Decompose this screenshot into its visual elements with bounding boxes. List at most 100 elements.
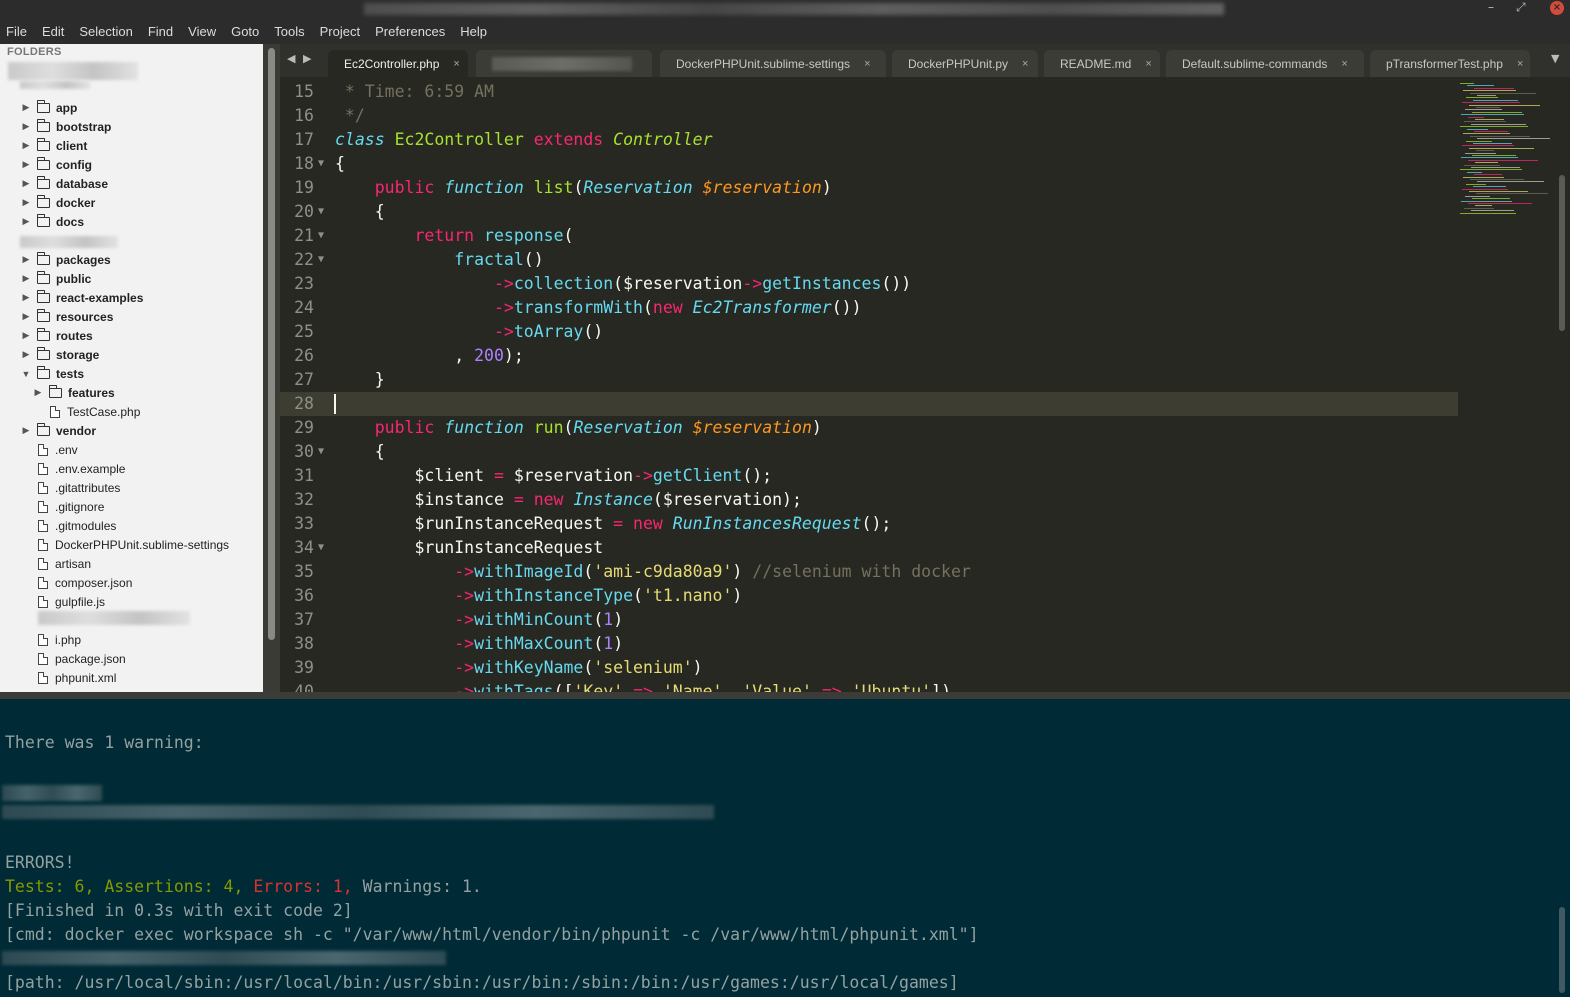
folder-item-bootstrap[interactable]: ▶ bootstrap (0, 117, 263, 136)
tab-dockerphpunit-py[interactable]: DockerPHPUnit.py × (892, 50, 1038, 77)
disclosure-closed-icon[interactable]: ▶ (20, 140, 32, 151)
code-line[interactable]: 31 $client = $reservation->getClient(); (280, 464, 1458, 488)
tab-ptransformertest-php[interactable]: pTransformerTest.php × (1370, 50, 1530, 77)
tab-prev-icon[interactable]: ◀ (287, 52, 295, 65)
disclosure-closed-icon[interactable]: ▶ (20, 197, 32, 208)
disclosure-closed-icon[interactable]: ▶ (32, 387, 44, 398)
menu-help[interactable]: Help (460, 24, 487, 39)
output-scroll-thumb[interactable] (1559, 907, 1565, 993)
file-item--gitattributes[interactable]: .gitattributes (0, 478, 263, 497)
code-line[interactable]: 36 ->withInstanceType('t1.nano') (280, 584, 1458, 608)
menu-file[interactable]: File (6, 24, 27, 39)
file-item-dockerphpunit-sublime-settings[interactable]: DockerPHPUnit.sublime-settings (0, 535, 263, 554)
editor-scroll-thumb[interactable] (1559, 175, 1565, 331)
disclosure-closed-icon[interactable]: ▶ (20, 292, 32, 303)
fold-icon[interactable]: ▼ (318, 152, 324, 176)
disclosure-open-icon[interactable]: ▼ (20, 369, 32, 379)
tab-default-sublime-commands[interactable]: Default.sublime-commands × (1166, 50, 1364, 77)
code-line[interactable]: 35 ->withImageId('ami-c9da80a9') //selen… (280, 560, 1458, 584)
tab-close-icon[interactable]: × (1341, 58, 1347, 70)
code-line[interactable]: 25 ->toArray() (280, 320, 1458, 344)
build-output-panel[interactable]: There was 1 warning: ERRORS! Tests: 6, A… (0, 699, 1570, 997)
fold-icon[interactable]: ▼ (318, 440, 324, 464)
folder-item-routes[interactable]: ▶ routes (0, 326, 263, 345)
file-item-phpunit-xml[interactable]: phpunit.xml (0, 668, 263, 687)
code-line[interactable]: 20 ▼ { (280, 200, 1458, 224)
panel-divider[interactable] (0, 692, 1570, 699)
code-line[interactable]: 28 (280, 392, 1458, 416)
disclosure-closed-icon[interactable]: ▶ (20, 311, 32, 322)
fold-icon[interactable]: ▼ (318, 200, 324, 224)
code-line[interactable]: 30 ▼ { (280, 440, 1458, 464)
code-line[interactable]: 18 ▼ { (280, 152, 1458, 176)
menu-project[interactable]: Project (320, 24, 360, 39)
file-item-gulpfile-js[interactable]: gulpfile.js (0, 592, 263, 611)
code-line[interactable]: 16 */ (280, 104, 1458, 128)
folder-item-docker[interactable]: ▶ docker (0, 193, 263, 212)
menu-find[interactable]: Find (148, 24, 173, 39)
code-line[interactable]: 15 * Time: 6:59 AM (280, 80, 1458, 104)
fold-icon[interactable]: ▼ (318, 224, 324, 248)
editor-scrollbar[interactable] (1556, 77, 1570, 692)
file-item-package-json[interactable]: package.json (0, 649, 263, 668)
code-line[interactable]: 17 class Ec2Controller extends Controller (280, 128, 1458, 152)
tab-redacted[interactable] (476, 50, 652, 77)
menu-selection[interactable]: Selection (79, 24, 132, 39)
file-item--env-example[interactable]: .env.example (0, 459, 263, 478)
file-item--gitignore[interactable]: .gitignore (0, 497, 263, 516)
folder-item-tests[interactable]: ▼ tests (0, 364, 263, 383)
file-item--env[interactable]: .env (0, 440, 263, 459)
tab-close-icon[interactable]: × (453, 58, 459, 70)
folder-item-packages[interactable]: ▶ packages (0, 250, 263, 269)
tab-close-icon[interactable]: × (1517, 58, 1523, 70)
menu-view[interactable]: View (188, 24, 216, 39)
minimize-icon[interactable]: – (1488, 0, 1494, 14)
sidebar-scrollbar[interactable] (263, 44, 280, 692)
disclosure-closed-icon[interactable]: ▶ (20, 216, 32, 227)
disclosure-closed-icon[interactable]: ▶ (20, 178, 32, 189)
fold-icon[interactable]: ▼ (318, 536, 324, 560)
file-item-i-php[interactable]: i.php (0, 630, 263, 649)
code-line[interactable]: 24 ->transformWith(new Ec2Transformer()) (280, 296, 1458, 320)
tab-close-icon[interactable]: × (1022, 58, 1028, 70)
menu-edit[interactable]: Edit (42, 24, 64, 39)
file-item-artisan[interactable]: artisan (0, 554, 263, 573)
output-scrollbar[interactable] (1556, 699, 1570, 997)
disclosure-closed-icon[interactable]: ▶ (20, 349, 32, 360)
code-line[interactable]: 26 , 200); (280, 344, 1458, 368)
folder-item-config[interactable]: ▶ config (0, 155, 263, 174)
close-window-icon[interactable]: × (1550, 1, 1564, 15)
disclosure-closed-icon[interactable]: ▶ (20, 273, 32, 284)
code-line[interactable]: 32 $instance = new Instance($reservation… (280, 488, 1458, 512)
code-editor[interactable]: 15 * Time: 6:59 AM 16 */17 class Ec2Contro… (280, 77, 1570, 692)
file-item-testcase-php[interactable]: TestCase.php (0, 402, 263, 421)
code-line[interactable]: 38 ->withMaxCount(1) (280, 632, 1458, 656)
disclosure-closed-icon[interactable]: ▶ (20, 254, 32, 265)
tab-next-icon[interactable]: ▶ (303, 52, 311, 65)
disclosure-closed-icon[interactable]: ▶ (20, 159, 32, 170)
tab-overflow-icon[interactable]: ▼ (1551, 52, 1559, 65)
folder-item-docs[interactable]: ▶ docs (0, 212, 263, 231)
code-line[interactable]: 37 ->withMinCount(1) (280, 608, 1458, 632)
folder-item-storage[interactable]: ▶ storage (0, 345, 263, 364)
tab-ec2controller-php[interactable]: Ec2Controller.php × (328, 50, 468, 77)
code-line[interactable]: 23 ->collection($reservation->getInstanc… (280, 272, 1458, 296)
minimap[interactable] (1456, 77, 1556, 692)
disclosure-closed-icon[interactable]: ▶ (20, 330, 32, 341)
code-line[interactable]: 22 ▼ fractal() (280, 248, 1458, 272)
code-line[interactable]: 21 ▼ return response( (280, 224, 1458, 248)
folder-item-features[interactable]: ▶ features (0, 383, 263, 402)
folder-item-react-examples[interactable]: ▶ react-examples (0, 288, 263, 307)
code-line[interactable]: 29 public function run(Reservation $rese… (280, 416, 1458, 440)
tab-dockerphpunit-sublime-settings[interactable]: DockerPHPUnit.sublime-settings × (660, 50, 886, 77)
menu-goto[interactable]: Goto (231, 24, 259, 39)
folder-item-client[interactable]: ▶ client (0, 136, 263, 155)
maximize-icon[interactable]: ⤢ (1516, 0, 1526, 14)
fold-icon[interactable]: ▼ (318, 248, 324, 272)
file-item--gitmodules[interactable]: .gitmodules (0, 516, 263, 535)
code-line[interactable]: 39 ->withKeyName('selenium') (280, 656, 1458, 680)
code-line[interactable]: 27 } (280, 368, 1458, 392)
code-line[interactable]: 34 ▼ $runInstanceRequest (280, 536, 1458, 560)
folder-item-resources[interactable]: ▶ resources (0, 307, 263, 326)
code-line[interactable]: 40 ->withTags(['Key' => 'Name', 'Value' … (280, 680, 1458, 692)
